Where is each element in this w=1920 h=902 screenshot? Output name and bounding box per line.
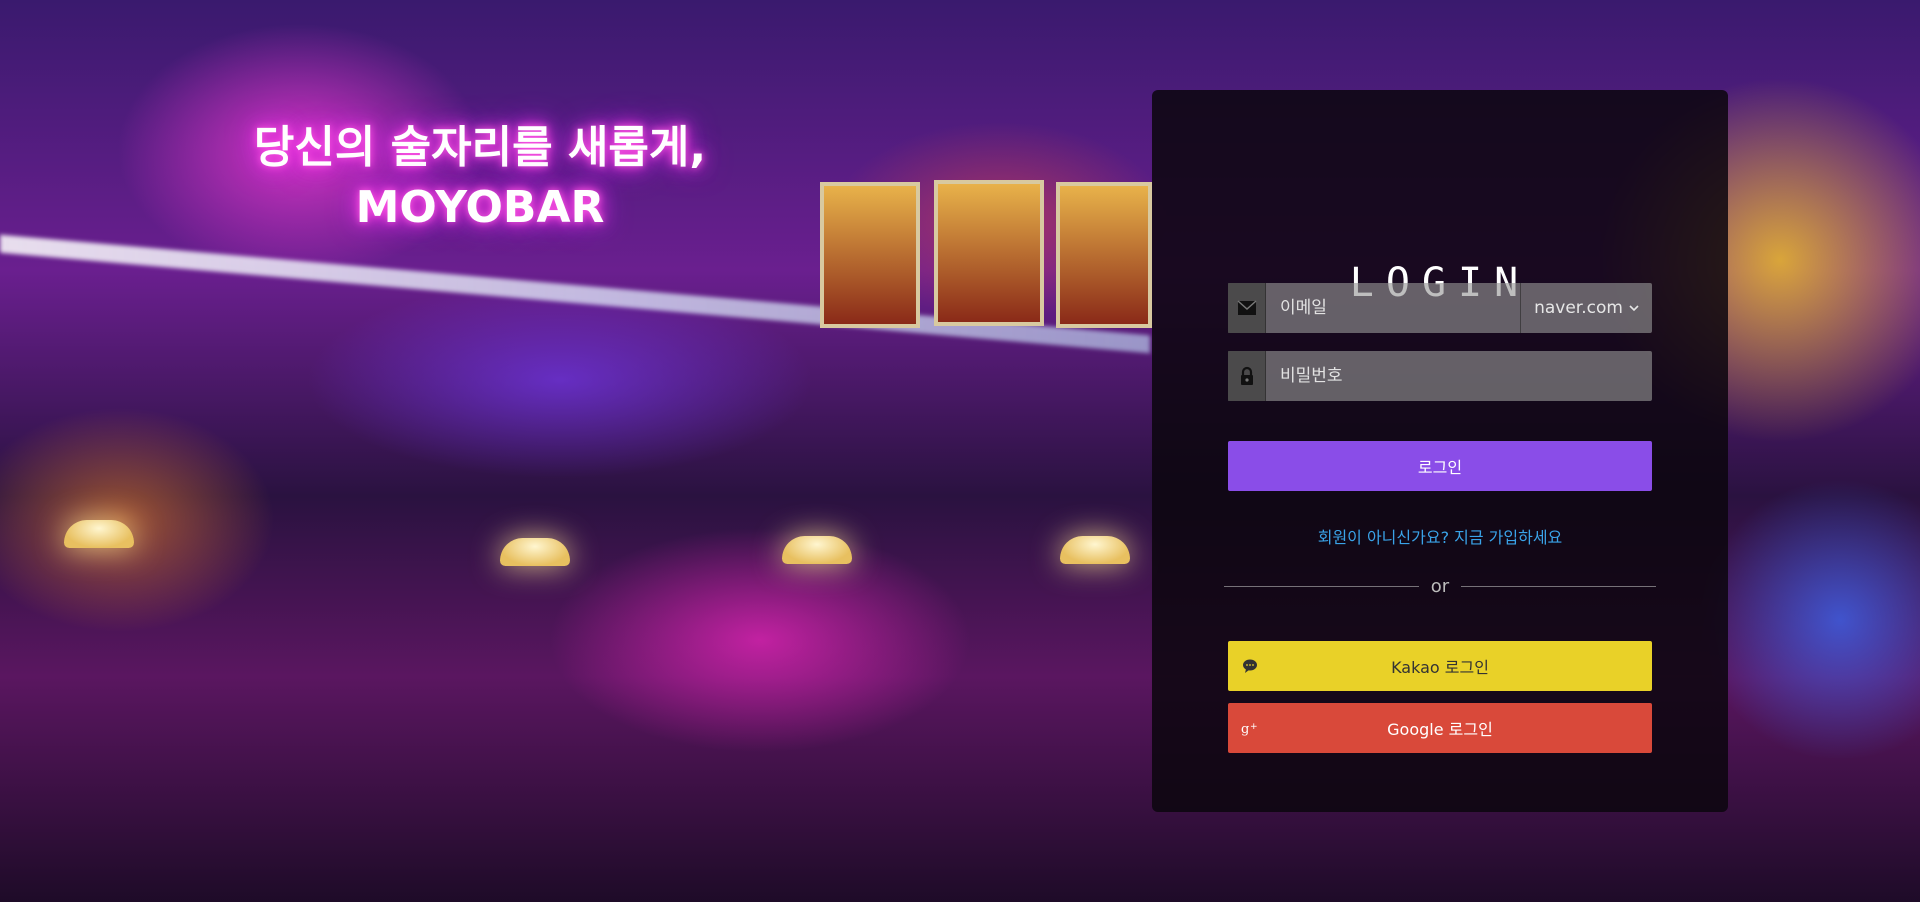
password-field xyxy=(1228,351,1652,401)
background-lamp xyxy=(1060,536,1130,564)
background-lamp xyxy=(782,536,852,564)
login-button-label: 로그인 xyxy=(1417,458,1463,477)
email-domain-value: naver.com xyxy=(1534,298,1623,318)
email-field: naver.com xyxy=(1228,283,1652,333)
svg-text:+: + xyxy=(1250,722,1258,732)
background-poster xyxy=(934,180,1044,326)
chevron-down-icon xyxy=(1629,301,1639,315)
login-button[interactable]: 로그인 xyxy=(1228,441,1652,491)
email-domain-select[interactable]: naver.com xyxy=(1520,283,1652,333)
kakao-login-button[interactable]: Kakao 로그인 xyxy=(1228,641,1652,691)
background-lamp xyxy=(64,520,134,548)
background-poster xyxy=(1056,182,1152,328)
google-login-button[interactable]: g + Google 로그인 xyxy=(1228,703,1652,753)
background-lamp xyxy=(500,538,570,566)
envelope-icon xyxy=(1228,283,1266,333)
hero-line-1: 당신의 술자리를 새롭게, xyxy=(253,122,707,173)
login-panel: LOGIN naver.com 로그인 회원이 아니신가요? xyxy=(1152,90,1728,812)
hero-line-2: MOYOBAR xyxy=(355,182,605,233)
divider-line-left xyxy=(1224,585,1419,587)
google-login-label: Google 로그인 xyxy=(1387,720,1493,739)
divider-line-right xyxy=(1461,585,1657,587)
or-divider: or xyxy=(1224,574,1657,598)
background-poster xyxy=(820,182,920,328)
signup-link[interactable]: 회원이 아니신가요? 지금 가입하세요 xyxy=(1152,524,1728,548)
kakao-login-label: Kakao 로그인 xyxy=(1391,658,1489,677)
password-input[interactable] xyxy=(1266,351,1652,401)
hero-neon-text: 당신의 술자리를 새롭게, MOYOBAR xyxy=(240,118,720,238)
lock-icon xyxy=(1228,351,1266,401)
speech-bubble-icon xyxy=(1240,656,1260,676)
divider-text: or xyxy=(1430,575,1450,597)
svg-text:g: g xyxy=(1241,722,1249,736)
google-plus-icon: g + xyxy=(1240,718,1260,738)
email-input[interactable] xyxy=(1266,283,1520,333)
